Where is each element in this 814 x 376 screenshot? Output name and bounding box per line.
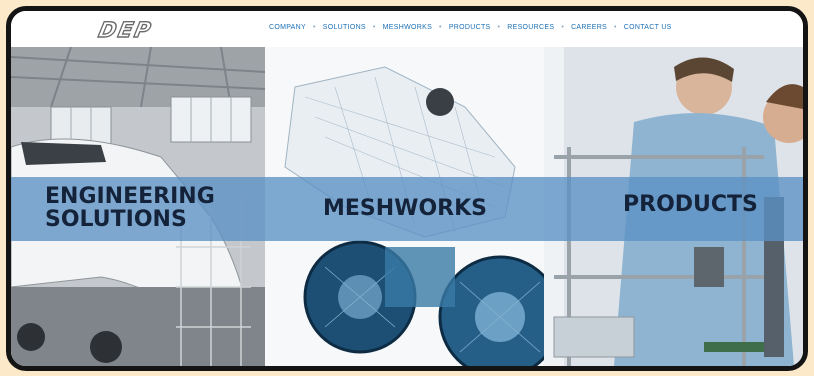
nav-separator: • (614, 24, 617, 31)
nav-separator: • (372, 24, 376, 31)
nav-products[interactable]: PRODUCTS (449, 24, 491, 31)
nav-separator: • (497, 24, 501, 31)
nav-separator: • (439, 24, 442, 31)
main-navigation: COMPANY • SOLUTIONS • MESHWORKS • PRODUC… (269, 24, 672, 31)
nav-solutions[interactable]: SOLUTIONS (323, 24, 366, 31)
nav-contact-us[interactable]: CONTACT US (624, 24, 672, 31)
site-header: DEP COMPANY • SOLUTIONS • MESHWORKS • PR… (11, 11, 803, 47)
products-title[interactable]: PRODUCTS (623, 193, 758, 216)
dep-logo[interactable]: DEP (96, 17, 156, 42)
engineering-solutions-title[interactable]: ENGINEERING SOLUTIONS (45, 185, 215, 231)
nav-resources[interactable]: RESOURCES (507, 24, 554, 31)
meshworks-title[interactable]: MESHWORKS (323, 197, 487, 220)
title-line-1: ENGINEERING (45, 184, 215, 209)
nav-careers[interactable]: CAREERS (571, 24, 607, 31)
nav-separator: • (312, 24, 316, 31)
hero-panels: ENGINEERING SOLUTIONS MESHWORKS PRODUCTS (11, 47, 803, 366)
nav-company[interactable]: COMPANY (269, 24, 306, 31)
nav-meshworks[interactable]: MESHWORKS (383, 24, 432, 31)
nav-separator: • (561, 24, 565, 31)
website-screenshot-frame: DEP COMPANY • SOLUTIONS • MESHWORKS • PR… (6, 6, 808, 371)
title-line-2: SOLUTIONS (45, 207, 187, 233)
